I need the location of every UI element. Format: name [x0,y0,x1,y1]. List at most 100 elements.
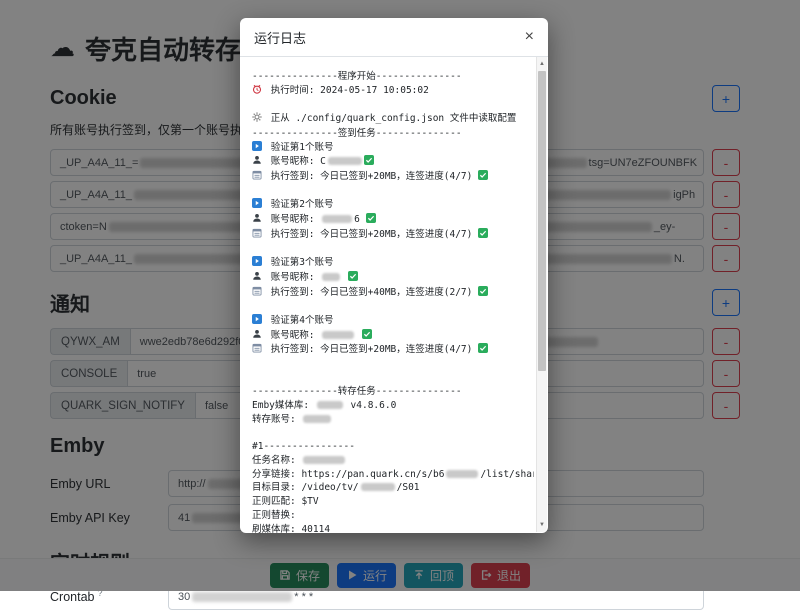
modal-header: 运行日志 × [240,18,548,56]
log-line: ---------------转存任务--------------- [252,385,534,399]
text-segment: 执行签到: 今日已签到+20MB，连签进度(4/7) [265,229,478,240]
check-icon [478,170,488,185]
log-line: 账号昵称: C [252,155,534,170]
log-line: 正从 ./config/quark_config.json 文件中读取配置 [252,112,534,127]
log-line: ---------------程序开始--------------- [252,70,534,84]
scrollbar-thumb[interactable] [538,71,546,371]
scroll-up-icon[interactable]: ▲ [537,58,547,70]
text-segment: 目标目录: /video/tv/ [252,482,359,493]
text-segment: Emby媒体库: [252,400,315,411]
log-line: 目标目录: /video/tv/ /S01 [252,481,534,495]
log-line: 转存账号: [252,413,534,427]
log-line: 执行签到: 今日已签到+40MB，连签进度(2/7) [252,286,534,301]
text-segment: 正则替换: [252,510,296,521]
scroll-down-icon[interactable]: ▼ [537,519,547,531]
log-line: 执行签到: 今日已签到+20MB，连签进度(4/7) [252,343,534,358]
log-panel: ---------------程序开始--------------- 执行时间:… [240,56,548,533]
log-line: 验证第3个账号 [252,256,534,271]
play-icon [252,198,262,213]
text-segment: 执行签到: 今日已签到+40MB，连签进度(2/7) [265,287,478,298]
text-segment: ---------------转存任务--------------- [252,386,462,397]
redacted-text [328,157,362,165]
redacted-text [192,592,292,602]
close-icon[interactable]: × [525,29,534,45]
redacted-text [322,215,352,223]
log-line: 正则替换: [252,509,534,523]
clock-icon [252,84,262,99]
log-line: 验证第4个账号 [252,314,534,329]
log-line: 账号昵称: 6 [252,213,534,228]
text-segment: /S01 [397,482,420,493]
text-segment: 正则匹配: $TV [252,496,319,507]
check-icon [478,343,488,358]
text-segment: /list/share/9 [480,469,534,480]
text-segment: 转存账号: [252,414,301,425]
play-icon [252,314,262,329]
log-line: 账号昵称: [252,271,534,286]
log-line: 验证第2个账号 [252,198,534,213]
cal-icon [252,170,262,185]
gear-icon [252,112,262,127]
log-scrollbar[interactable]: ▲ ▼ [536,57,547,532]
text-segment: 验证第1个账号 [265,142,333,153]
log-line: 账号昵称: [252,329,534,344]
text-segment: 账号昵称: [265,214,320,225]
check-icon [366,213,376,228]
text-segment: 验证第2个账号 [265,199,333,210]
text-segment: 刷媒体库: 40114 [252,524,330,534]
user-icon [252,271,262,286]
check-icon [348,271,358,286]
log-line [252,358,534,372]
log-line: 执行签到: 今日已签到+20MB，连签进度(4/7) [252,170,534,185]
log-line [252,372,534,386]
cal-icon [252,343,262,358]
log-line: 分享链接: https://pan.quark.cn/s/b6/list/sha… [252,468,534,482]
redacted-text [303,415,331,423]
text-segment: 验证第3个账号 [265,257,333,268]
redacted-text [317,401,343,409]
log-line [252,185,534,199]
log-content: ---------------程序开始--------------- 执行时间:… [252,70,534,533]
log-line [252,242,534,256]
log-line [252,427,534,441]
text-segment: ---------------签到任务--------------- [252,128,462,139]
text-segment: 执行时间: 2024-05-17 10:05:02 [265,85,429,96]
log-line: ---------------签到任务--------------- [252,127,534,141]
log-line: 刷媒体库: 40114 [252,523,534,534]
cal-icon [252,228,262,243]
text-segment: 分享链接: https://pan.quark.cn/s/b6 [252,469,444,480]
redacted-text [322,331,354,339]
redacted-text [322,273,340,281]
redacted-text [361,483,395,491]
text-segment: 账号昵称: [265,272,320,283]
check-icon [478,228,488,243]
text-segment: 30 [178,591,190,603]
text-segment: 6 [354,214,365,225]
text-segment: 执行签到: 今日已签到+20MB，连签进度(4/7) [265,344,478,355]
check-icon [362,329,372,344]
user-icon [252,213,262,228]
log-line [252,300,534,314]
log-line [252,98,534,112]
log-line: #1---------------- [252,440,534,454]
log-line: Emby媒体库: v4.8.6.0 [252,399,534,413]
cal-icon [252,286,262,301]
log-line: 任务名称: [252,454,534,468]
user-icon [252,155,262,170]
log-line: 验证第1个账号 [252,141,534,156]
text-segment: 执行签到: 今日已签到+20MB，连签进度(4/7) [265,171,478,182]
run-log-modal: 运行日志 × ---------------程序开始--------------… [240,18,548,533]
text-segment: ---------------程序开始--------------- [252,71,462,82]
text-segment: 任务名称: [252,455,301,466]
check-icon [478,286,488,301]
text-segment: 正从 ./config/quark_config.json 文件中读取配置 [265,113,516,124]
text-segment: * * * [294,591,313,603]
play-icon [252,141,262,156]
user-icon [252,329,262,344]
text-segment: #1---------------- [252,441,355,452]
text-segment: 验证第4个账号 [265,315,333,326]
text-segment: 账号昵称: [265,330,320,341]
modal-title: 运行日志 [254,28,306,47]
log-line: 正则匹配: $TV [252,495,534,509]
check-icon [364,155,374,170]
